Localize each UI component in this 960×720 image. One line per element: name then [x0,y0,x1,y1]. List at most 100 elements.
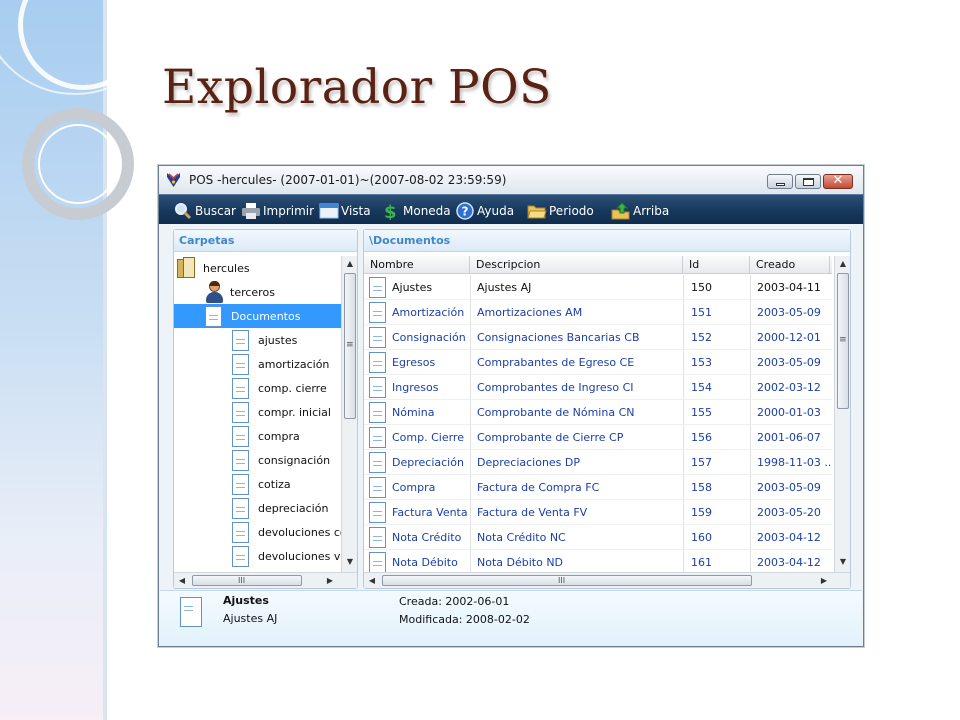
folder-tree: hercules terceros Documentos ajustes amo… [174,256,341,572]
table-row[interactable]: Ingresos Comprobantes de Ingreso CI 154 200… [364,375,832,400]
cell-id: 151 [691,306,712,319]
cell-descripcion: Comprabantes de Egreso CE [477,356,635,369]
currency-button[interactable]: $ Moneda [381,201,451,221]
close-button[interactable]: ✕ [823,173,853,189]
table-row[interactable]: Nota Débito Nota Débito ND 161 2003-04-12 [364,550,832,573]
documents-horizontal-scrollbar[interactable]: ◀ III ▶ [364,572,850,588]
cell-id: 150 [691,281,712,294]
column-header-creado[interactable]: Creado [750,256,830,274]
documents-vertical-scrollbar[interactable]: ▲ ≡ ▼ [834,256,850,572]
cell-id: 153 [691,356,712,369]
tree-item-compra[interactable]: compra [174,424,341,448]
cell-id: 155 [691,406,712,419]
up-button[interactable]: Arriba [611,201,669,221]
tree-item-label: devoluciones ve [258,549,341,563]
detail-modified: Modificada: 2008-02-02 [399,613,530,626]
cell-descripcion: Comprobante de Nómina CN [477,406,635,419]
document-icon [369,352,386,373]
tree-item-label: Documentos [231,309,301,323]
folders-vertical-scrollbar[interactable]: ▲ ≡ ▼ [341,256,357,572]
tree-item-depreciacion[interactable]: depreciación [174,496,341,520]
tree-item-devoluciones-venta[interactable]: devoluciones ve [174,544,341,568]
documents-hscroll-thumb[interactable] [382,575,752,586]
scroll-grip-icon: III [238,576,246,585]
scroll-down-arrow-icon[interactable]: ▼ [342,554,358,570]
cell-creado: 2003-04-12 [757,556,821,569]
folders-hscroll-thumb[interactable] [192,575,302,586]
scroll-up-arrow-icon[interactable]: ▲ [342,256,358,272]
tree-item-terceros[interactable]: terceros [174,280,341,304]
document-icon [369,327,386,348]
document-icon [369,377,386,398]
scroll-down-arrow-icon[interactable]: ▼ [835,554,851,570]
app-logo-icon [167,173,180,187]
table-row[interactable]: Nómina Comprobante de Nómina CN 155 2000-01… [364,400,832,425]
column-header-id[interactable]: Id [683,256,750,274]
period-button-label: Periodo [549,204,594,218]
folders-horizontal-scrollbar[interactable]: ◀ III ▶ [174,572,357,588]
cell-creado: 1998-11-03 ... [757,456,832,469]
tree-item-ajustes[interactable]: ajustes [174,328,341,352]
cell-creado: 2001-06-07 [757,431,821,444]
documents-table-header: Nombre Descripcion Id Creado [364,256,832,274]
tree-item-label: consignación [258,453,331,467]
table-row[interactable]: Compra Factura de Compra FC 158 2003-05-09 [364,475,832,500]
scroll-grip-icon: III [558,576,566,585]
svg-text:$: $ [384,202,397,220]
minimize-button[interactable] [767,174,793,189]
table-row[interactable]: Nota Crédito Nota Crédito NC 160 2003-04-12 [364,525,832,550]
tree-item-amortizacion[interactable]: amortización [174,352,341,376]
help-button-label: Ayuda [477,204,515,218]
scroll-right-arrow-icon[interactable]: ▶ [816,573,832,589]
cell-nombre: Nota Débito [392,556,458,569]
table-row[interactable]: Depreciación Depreciaciones DP 157 1998-11-… [364,450,832,475]
tree-item-comp-cierre[interactable]: comp. cierre [174,376,341,400]
cell-descripcion: Nota Débito ND [477,556,564,569]
currency-button-label: Moneda [403,204,451,218]
help-button[interactable]: ? Ayuda [455,201,514,221]
table-row[interactable]: Consignación Consignaciones Bancarias CB 1… [364,325,832,350]
tree-item-compr-inicial[interactable]: compr. inicial [174,400,341,424]
folder-open-icon [527,205,547,219]
tree-item-devoluciones-compra[interactable]: devoluciones co [174,520,341,544]
table-row[interactable]: Ajustes Ajustes AJ 150 2003-04-11 [364,275,832,300]
scroll-left-arrow-icon[interactable]: ◀ [364,573,380,589]
period-button[interactable]: Periodo [527,201,594,221]
document-icon [369,302,386,323]
details-pane: Ajustes Ajustes AJ Creada: 2002-06-01 Mo… [160,590,862,646]
cell-creado: 2003-05-09 [757,356,821,369]
cell-descripcion: Factura de Venta FV [477,506,588,519]
column-header-descripcion[interactable]: Descripcion [470,256,683,274]
cell-id: 152 [691,331,712,344]
tree-item-consignacion[interactable]: consignación [174,448,341,472]
table-row[interactable]: Egresos Comprabantes de Egreso CE 153 2003-… [364,350,832,375]
cell-creado: 2003-04-12 [757,531,821,544]
tree-item-cotiza[interactable]: cotiza [174,472,341,496]
window-titlebar[interactable]: POS -hercules- (2007-01-01)~(2007-08-02 … [159,166,863,194]
user-icon [204,281,224,303]
table-row[interactable]: Comp. Cierre Comprobante de Cierre CP 156 2… [364,425,832,450]
table-row[interactable]: Factura Venta Factura de Venta FV 159 2003-… [364,500,832,525]
cell-nombre: Nota Crédito [392,531,462,544]
printer-icon [242,203,260,219]
search-button[interactable]: Buscar [173,201,236,221]
cell-creado: 2003-05-09 [757,481,821,494]
tree-item-documentos[interactable]: Documentos [174,304,341,328]
tree-item-label: amortización [258,357,330,371]
scroll-right-arrow-icon[interactable]: ▶ [322,573,338,589]
table-row[interactable]: Amortización Amortizaciones AM 151 2003-05-… [364,300,832,325]
view-button[interactable]: Vista [319,201,371,221]
cell-descripcion: Consignaciones Bancarias CB [477,331,640,344]
cell-id: 159 [691,506,712,519]
cell-descripcion: Comprobantes de Ingreso CI [477,381,634,394]
cell-nombre: Ingresos [392,381,439,394]
scroll-up-arrow-icon[interactable]: ▲ [835,256,851,272]
cell-creado: 2003-04-11 [757,281,821,294]
tree-item-hercules[interactable]: hercules [174,256,341,280]
scroll-left-arrow-icon[interactable]: ◀ [174,573,190,589]
maximize-button[interactable] [795,174,821,189]
column-header-nombre[interactable]: Nombre [364,256,470,274]
print-button[interactable]: Imprimir [241,201,314,221]
document-icon [232,473,249,495]
decorative-ring [38,124,118,204]
